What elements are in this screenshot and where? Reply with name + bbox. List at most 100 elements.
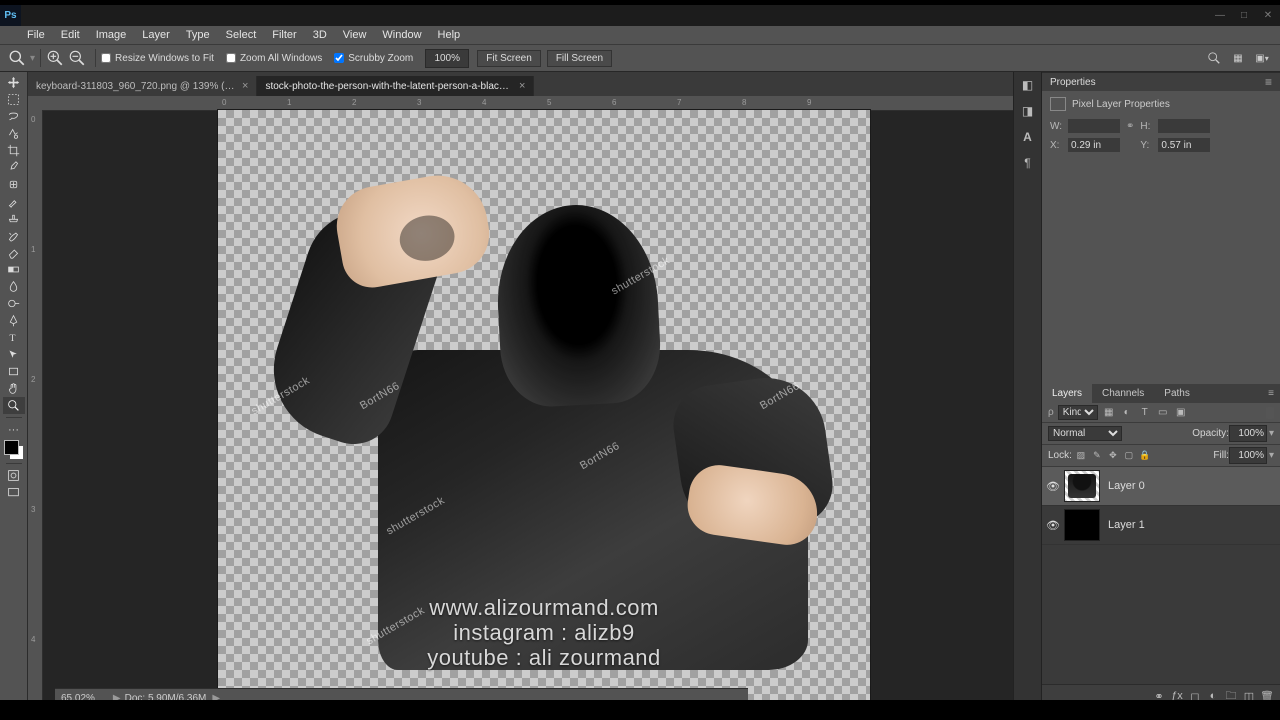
menu-window[interactable]: Window: [382, 29, 421, 41]
menu-type[interactable]: Type: [186, 29, 210, 41]
filter-smart-icon[interactable]: ▣: [1174, 406, 1188, 420]
lock-artboard-icon[interactable]: ▢: [1122, 449, 1136, 463]
menu-file[interactable]: File: [27, 29, 45, 41]
opt-resize-windows[interactable]: Resize Windows to Fit: [101, 53, 214, 64]
clone-stamp-tool-icon[interactable]: [3, 210, 25, 227]
canvas-viewport[interactable]: 0 1 2 3 4 5 6 7 8 9 0 1 2 3 4: [28, 96, 1013, 707]
workspace-switcher-icon[interactable]: ▣ ▾: [1252, 48, 1272, 68]
window-close[interactable]: ✕: [1256, 5, 1280, 26]
document-tab[interactable]: stock-photo-the-person-with-the-latent-p…: [257, 76, 534, 96]
lasso-tool-icon[interactable]: [3, 108, 25, 125]
menu-edit[interactable]: Edit: [61, 29, 80, 41]
close-tab-icon[interactable]: ×: [242, 80, 248, 92]
layer-row[interactable]: 👁 Layer 0: [1042, 467, 1280, 506]
layer-row[interactable]: 👁 Layer 1: [1042, 506, 1280, 545]
marquee-tool-icon[interactable]: [3, 91, 25, 108]
brush-tool-icon[interactable]: [3, 193, 25, 210]
fill-input[interactable]: [1229, 447, 1267, 464]
opt-zoom-all[interactable]: Zoom All Windows: [226, 53, 322, 64]
link-wh-icon[interactable]: ⚭: [1126, 121, 1134, 132]
search-icon[interactable]: [1204, 48, 1224, 68]
blur-tool-icon[interactable]: [3, 278, 25, 295]
close-tab-icon[interactable]: ×: [519, 80, 525, 92]
lock-pixels-icon[interactable]: ✎: [1090, 449, 1104, 463]
move-tool-icon[interactable]: [3, 74, 25, 91]
filter-toggle[interactable]: [1266, 407, 1274, 419]
quick-select-tool-icon[interactable]: [3, 125, 25, 142]
lock-all-icon[interactable]: 🔒: [1138, 449, 1152, 463]
path-select-tool-icon[interactable]: [3, 346, 25, 363]
menu-bar[interactable]: File Edit Image Layer Type Select Filter…: [0, 26, 1280, 44]
ruler-origin[interactable]: [28, 96, 43, 111]
fit-screen-button[interactable]: Fit Screen: [477, 50, 541, 67]
panel-menu-icon[interactable]: ≡: [1265, 75, 1272, 89]
healing-tool-icon[interactable]: [3, 176, 25, 193]
rectangle-tool-icon[interactable]: [3, 363, 25, 380]
lock-transparency-icon[interactable]: ▨: [1074, 449, 1088, 463]
layer-kind-select[interactable]: Kind: [1058, 405, 1098, 420]
paragraph-panel-icon[interactable]: ¶: [1019, 154, 1037, 172]
prop-y-input[interactable]: [1158, 138, 1210, 152]
zoom-out-icon[interactable]: [68, 49, 86, 67]
prop-x-input[interactable]: [1068, 138, 1120, 152]
tab-paths[interactable]: Paths: [1154, 384, 1200, 403]
fill-screen-button[interactable]: Fill Screen: [547, 50, 612, 67]
layer-visibility-icon[interactable]: 👁: [1042, 519, 1064, 532]
menu-filter[interactable]: Filter: [272, 29, 296, 41]
window-minimize[interactable]: —: [1208, 5, 1232, 26]
panel-menu-icon[interactable]: ≡: [1262, 384, 1280, 403]
zoom-in-icon[interactable]: [46, 49, 64, 67]
crop-tool-icon[interactable]: [3, 142, 25, 159]
canvas[interactable]: shutterstock BortN66 shutterstock BortN6…: [218, 110, 870, 707]
zoom-tool-icon[interactable]: [8, 49, 26, 67]
edit-toolbar-icon[interactable]: ···: [3, 421, 25, 438]
gradient-tool-icon[interactable]: [3, 261, 25, 278]
menu-image[interactable]: Image: [96, 29, 127, 41]
history-panel-icon[interactable]: ◧: [1019, 76, 1037, 94]
filter-adjust-icon[interactable]: ◐: [1120, 406, 1134, 420]
prop-w-input[interactable]: [1068, 119, 1120, 133]
pen-tool-icon[interactable]: [3, 312, 25, 329]
screen-mode-icon[interactable]: [3, 484, 25, 501]
layer-thumbnail[interactable]: [1064, 509, 1100, 541]
menu-help[interactable]: Help: [438, 29, 461, 41]
ruler-vertical[interactable]: 0 1 2 3 4: [28, 110, 43, 707]
properties-panel-header[interactable]: Properties≡: [1042, 72, 1280, 91]
filter-shape-icon[interactable]: ▭: [1156, 406, 1170, 420]
eyedropper-tool-icon[interactable]: [3, 159, 25, 176]
opacity-input[interactable]: [1229, 425, 1267, 442]
menu-3d[interactable]: 3D: [313, 29, 327, 41]
opt-scrubby-zoom[interactable]: Scrubby Zoom: [334, 53, 413, 64]
layer-name[interactable]: Layer 1: [1108, 519, 1145, 531]
menu-layer[interactable]: Layer: [142, 29, 170, 41]
window-maximize[interactable]: □: [1232, 5, 1256, 26]
swatches-panel-icon[interactable]: ◨: [1019, 102, 1037, 120]
dodge-tool-icon[interactable]: [3, 295, 25, 312]
layer-name[interactable]: Layer 0: [1108, 480, 1145, 492]
opacity-label: Opacity:: [1192, 428, 1229, 439]
blend-mode-select[interactable]: Normal: [1048, 426, 1122, 441]
type-tool-icon[interactable]: T: [3, 329, 25, 346]
layer-visibility-icon[interactable]: 👁: [1042, 480, 1064, 493]
lock-position-icon[interactable]: ✥: [1106, 449, 1120, 463]
tab-layers[interactable]: Layers: [1042, 384, 1092, 403]
tab-channels[interactable]: Channels: [1092, 384, 1154, 403]
menu-select[interactable]: Select: [226, 29, 257, 41]
history-brush-tool-icon[interactable]: [3, 227, 25, 244]
layer-thumbnail[interactable]: [1064, 470, 1100, 502]
hand-tool-icon[interactable]: [3, 380, 25, 397]
document-tab[interactable]: keyboard-311803_960_720.png @ 139% (Laye…: [28, 76, 257, 96]
menu-view[interactable]: View: [343, 29, 367, 41]
zoom-value-input[interactable]: [425, 49, 469, 68]
eraser-tool-icon[interactable]: [3, 244, 25, 261]
character-panel-icon[interactable]: A: [1019, 128, 1037, 146]
arrange-docs-icon[interactable]: ▦: [1228, 48, 1248, 68]
ruler-horizontal[interactable]: 0 1 2 3 4 5 6 7 8 9: [42, 96, 1013, 111]
zoom-tool-icon[interactable]: [3, 397, 25, 414]
color-swatches[interactable]: [4, 440, 24, 460]
filter-type-icon[interactable]: T: [1138, 406, 1152, 420]
quick-mask-icon[interactable]: [3, 467, 25, 484]
prop-h-input[interactable]: [1158, 119, 1210, 133]
layers-list[interactable]: 👁 Layer 0 👁 Layer 1: [1042, 467, 1280, 684]
filter-pixel-icon[interactable]: ▦: [1102, 406, 1116, 420]
